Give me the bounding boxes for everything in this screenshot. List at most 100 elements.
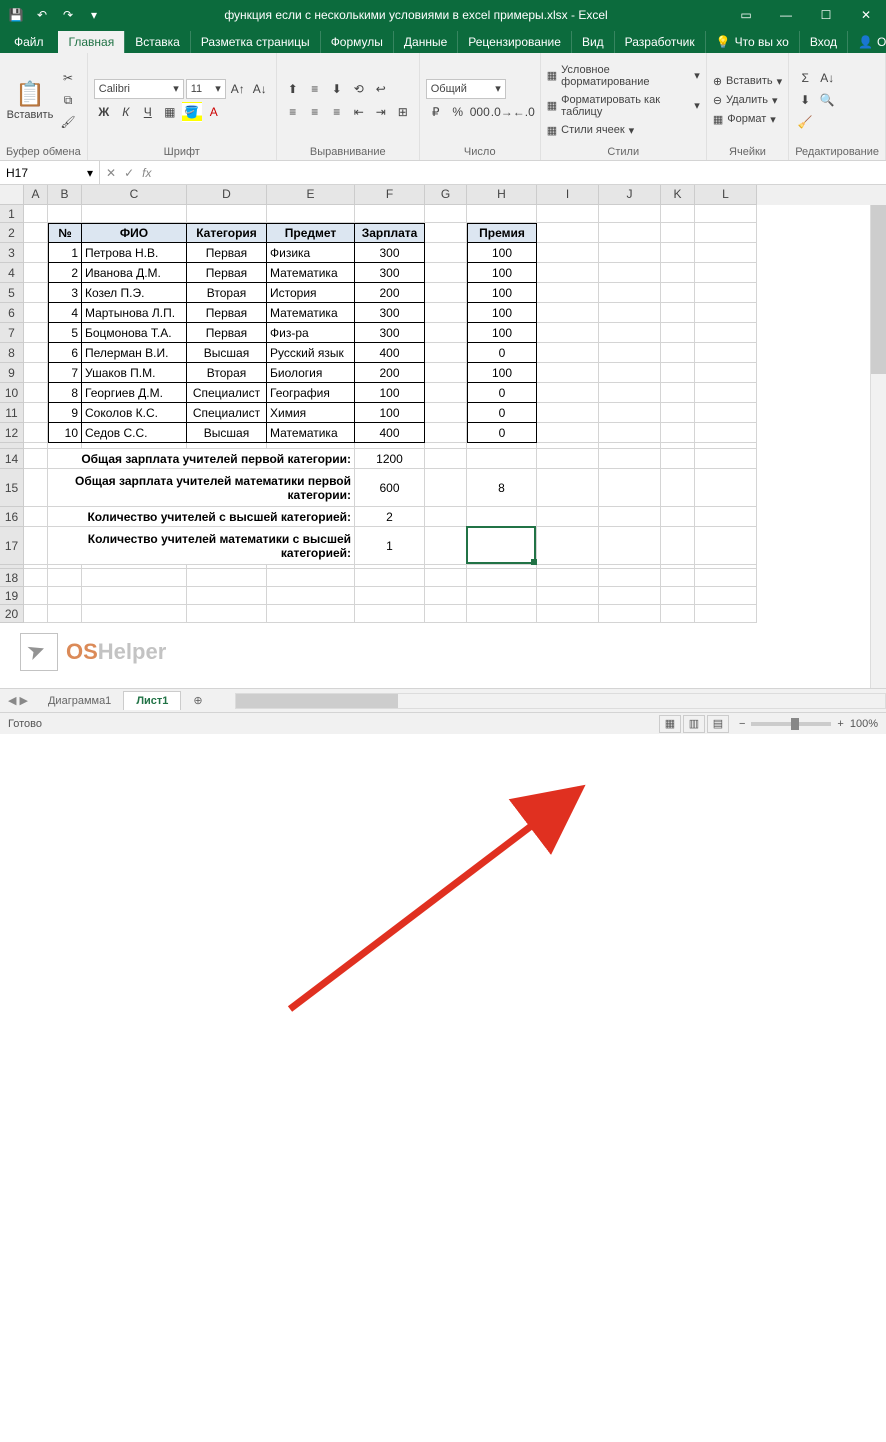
fx-icon[interactable]: fx [142,166,151,180]
cell[interactable] [537,363,599,383]
sheet-tab-diagram[interactable]: Диаграмма1 [36,692,123,710]
format-as-table-button[interactable]: ▦Форматировать как таблицу ▾ [547,92,700,120]
decrease-font-icon[interactable]: A↓ [250,79,270,99]
font-color-button[interactable]: A [204,102,224,122]
cell[interactable]: 100 [467,303,537,323]
cell[interactable] [599,205,661,223]
cell[interactable]: 400 [355,343,425,363]
cell[interactable] [355,569,425,587]
qat-customize-icon[interactable]: ▾ [82,3,106,27]
column-header[interactable]: L [695,185,757,205]
row-header[interactable]: 20 [0,605,24,623]
cell[interactable] [599,323,661,343]
cell[interactable] [599,403,661,423]
merge-icon[interactable]: ⊞ [393,102,413,122]
cell[interactable] [537,383,599,403]
row-header[interactable]: 19 [0,587,24,605]
column-header[interactable]: K [661,185,695,205]
paste-button[interactable]: 📋 Вставить [6,56,54,144]
column-header[interactable]: G [425,185,467,205]
cell[interactable] [661,263,695,283]
cell[interactable] [48,569,82,587]
cell[interactable] [695,323,757,343]
cell[interactable]: 0 [467,423,537,443]
cell[interactable] [425,605,467,623]
cell[interactable] [661,283,695,303]
cell[interactable]: Физ-ра [267,323,355,343]
cell[interactable]: Козел П.Э. [82,283,187,303]
cell[interactable] [24,343,48,363]
cell[interactable] [537,587,599,605]
row-header[interactable]: 17 [0,527,24,565]
cell[interactable] [695,343,757,363]
cell[interactable]: 100 [467,243,537,263]
column-header[interactable]: H [467,185,537,205]
cell[interactable] [187,569,267,587]
cell[interactable] [537,605,599,623]
row-header[interactable]: 1 [0,205,24,223]
cell[interactable] [661,323,695,343]
cell[interactable]: 1 [48,243,82,263]
vertical-scrollbar[interactable] [870,205,886,688]
cell[interactable] [24,303,48,323]
cell[interactable] [599,283,661,303]
cell[interactable] [695,605,757,623]
cell[interactable] [695,263,757,283]
cell[interactable]: 400 [355,423,425,443]
row-header[interactable]: 2 [0,223,24,243]
align-left-icon[interactable]: ≡ [283,102,303,122]
cell[interactable]: Петрова Н.В. [82,243,187,263]
cell[interactable]: 300 [355,243,425,263]
cell[interactable] [24,263,48,283]
tab-home[interactable]: Главная [58,31,125,53]
row-header[interactable]: 9 [0,363,24,383]
cell[interactable] [24,363,48,383]
italic-button[interactable]: К [116,102,136,122]
cell[interactable]: Первая [187,263,267,283]
copy-icon[interactable]: ⧉ [58,90,78,110]
row-header[interactable]: 7 [0,323,24,343]
cell[interactable] [599,569,661,587]
cell[interactable]: № [48,223,82,243]
cell[interactable] [537,403,599,423]
summary-value[interactable]: 600 [355,469,425,507]
cell[interactable]: 3 [48,283,82,303]
cell[interactable] [661,363,695,383]
save-icon[interactable]: 💾 [4,3,28,27]
cell[interactable] [537,303,599,323]
cell[interactable] [24,223,48,243]
cell[interactable]: Вторая [187,283,267,303]
cell[interactable] [425,423,467,443]
cell[interactable] [425,223,467,243]
percent-icon[interactable]: % [448,102,468,122]
cell[interactable]: Высшая [187,343,267,363]
align-bottom-icon[interactable]: ⬇ [327,79,347,99]
cell[interactable] [661,403,695,423]
cell[interactable]: 100 [355,383,425,403]
cell[interactable] [695,587,757,605]
summary-label[interactable]: Общая зарплата учителей первой категории… [48,449,355,469]
cell[interactable]: 0 [467,383,537,403]
tab-data[interactable]: Данные [393,31,457,53]
cell[interactable] [467,205,537,223]
cell[interactable] [537,283,599,303]
enter-formula-icon[interactable]: ✓ [124,166,134,180]
share-button[interactable]: 👤Общий доступ [847,31,886,53]
row-header[interactable]: 15 [0,469,24,507]
formula-input[interactable] [157,161,886,184]
cell[interactable] [48,205,82,223]
cell[interactable]: Специалист [187,403,267,423]
cell[interactable] [267,587,355,605]
comma-icon[interactable]: 000 [470,102,490,122]
cell[interactable] [537,423,599,443]
cell[interactable]: Специалист [187,383,267,403]
cell[interactable]: 100 [355,403,425,423]
tab-review[interactable]: Рецензирование [457,31,571,53]
cell[interactable] [24,283,48,303]
zoom-in-icon[interactable]: + [837,718,843,730]
cell[interactable]: 300 [355,323,425,343]
cell[interactable] [425,263,467,283]
cell[interactable]: Предмет [267,223,355,243]
cell[interactable]: Категория [187,223,267,243]
align-top-icon[interactable]: ⬆ [283,79,303,99]
